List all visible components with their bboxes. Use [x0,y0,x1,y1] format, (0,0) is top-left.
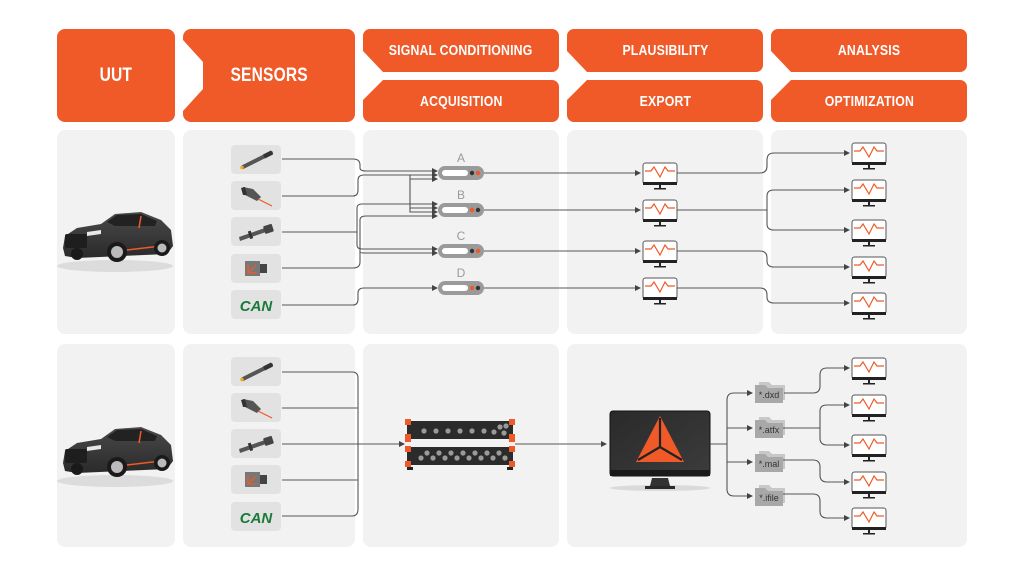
row2-sensor-accelerometer [231,465,281,494]
row1-plausibility-monitor-4 [642,277,678,306]
row1-sensor-can [231,290,281,319]
file-dxd-label: *.dxd [759,390,780,400]
row1-analysis-monitor-2 [851,179,887,208]
row1-sensor-accelerometer [231,254,281,283]
row2-analysis-monitor-5 [851,507,887,536]
row1-analysis-monitor-4 [851,256,887,285]
row2-analysis-monitor-3 [851,434,887,463]
row1-car-image [56,211,174,273]
row1-plausibility-monitor-2 [642,199,678,228]
row2-analysis-monitor-2 [851,394,887,423]
file-ifile-label: *.ifile [759,493,779,503]
row1-plausibility-monitor-1 [642,162,678,191]
row2-sensor-can [231,502,281,531]
row2-analysis-monitor-1 [851,357,887,386]
row1-analysis-monitor-1 [851,142,887,171]
conditioner-c: C [438,229,484,258]
file-dxd: *.dxd [755,382,785,403]
conditioner-c-label: C [457,229,466,243]
row1-conditioner-wires [484,170,641,291]
daq-device [405,419,515,470]
conditioner-a-label: A [457,151,465,165]
file-mal-label: *.mal [759,459,780,469]
file-atfx: *.atfx [755,417,785,438]
row2-sensor-laser [231,393,281,422]
conditioner-d-label: D [457,266,466,280]
conditioner-b: B [438,188,484,217]
row2-file-wires [710,390,753,499]
row1-sensor-probe [231,217,281,246]
row1-analysis-monitor-3 [851,219,887,248]
conditioner-b-label: B [457,188,465,202]
row2-analysis-monitor-4 [851,471,887,500]
row2-analysis-wires [783,365,850,521]
file-ifile: *.ifile [755,485,785,506]
file-atfx-label: *.atfx [759,425,780,435]
row1-sensor-laser [231,181,281,210]
row1-sensor-wires [282,158,438,306]
conditioner-a: A [438,151,484,180]
row2-car-image [56,426,174,488]
row2-sensor-probe [231,429,281,458]
row2-sensor-pen [231,357,281,386]
file-mal: *.mal [755,451,785,472]
row2-sensor-wires [282,371,405,517]
conditioner-d: D [438,266,484,295]
export-computer [609,410,711,491]
row1-analysis-wires [677,150,850,306]
diagram-canvas: CAN A B C D *.dxd *.atfx *.mal *.ifile [56,142,887,536]
row1-plausibility-monitor-3 [642,240,678,269]
row1-sensor-pen [231,145,281,174]
row1-analysis-monitor-5 [851,292,887,321]
